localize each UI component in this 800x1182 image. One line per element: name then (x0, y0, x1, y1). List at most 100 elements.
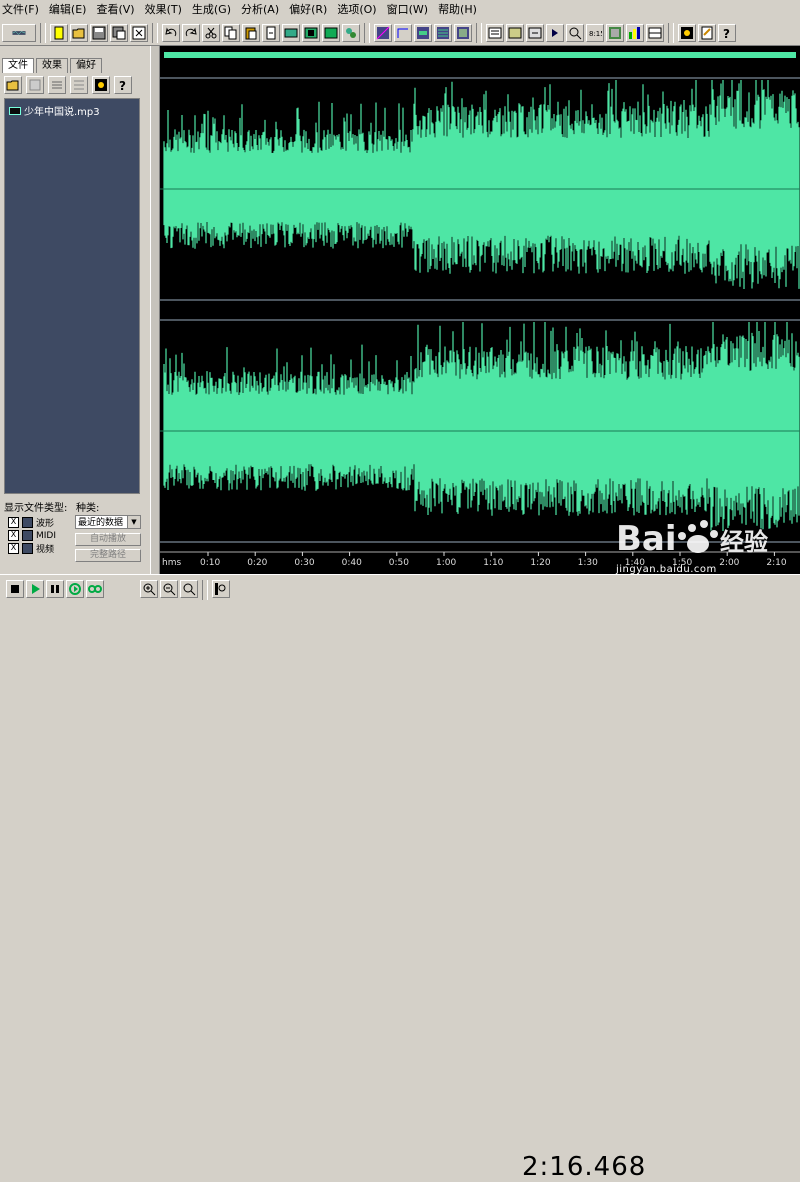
waveform-canvas[interactable]: hms 0:10 0:20 0:30 0:40 0:50 1:00 1:10 1:20 1:30 1… (160, 60, 800, 574)
menu-item-6[interactable]: 偏好(R) (287, 0, 335, 20)
close-selected-icon[interactable] (26, 76, 44, 94)
amplify-icon[interactable] (414, 23, 432, 42)
time-tick-label: 0:20 (247, 558, 267, 568)
tab-0[interactable]: 文件 (2, 58, 34, 73)
type-row-waveform[interactable]: X 波形 (8, 516, 56, 529)
play-to-end-icon[interactable] (66, 580, 84, 598)
midi-type-label: MIDI (36, 530, 57, 541)
time-tick-label: 0:30 (294, 558, 314, 568)
save-icon[interactable] (90, 23, 108, 42)
script-icon[interactable] (698, 23, 716, 42)
full-path-button[interactable]: 完整路径 (75, 549, 141, 562)
auto-play-button[interactable]: 自动播放 (75, 533, 141, 546)
batch-icon[interactable] (678, 23, 696, 42)
analysis-icon[interactable] (626, 23, 644, 42)
grid-icon[interactable] (646, 23, 664, 42)
menu-item-1[interactable]: 编辑(E) (47, 0, 95, 20)
insert-multitrack-icon[interactable] (70, 76, 88, 94)
zoom-selection-icon[interactable] (212, 580, 230, 598)
type-row-video[interactable]: X 视频 (8, 542, 56, 555)
menu-item-7[interactable]: 选项(O) (335, 0, 384, 20)
mix-paste-icon[interactable] (282, 23, 300, 42)
close-file-icon[interactable] (130, 23, 148, 42)
time-icon[interactable] (526, 23, 544, 42)
waveform-view-icon[interactable] (486, 23, 504, 42)
svg-text:?: ? (723, 27, 730, 40)
cut-icon[interactable] (202, 23, 220, 42)
panel-splitter[interactable] (150, 46, 160, 574)
type-row-midi[interactable]: X MIDI (8, 529, 56, 542)
chevron-down-icon[interactable]: ▼ (127, 516, 140, 528)
menu-item-0[interactable]: 文件(F) (0, 0, 47, 20)
fade-icon[interactable] (394, 23, 412, 42)
waveform-checkbox[interactable]: X (8, 517, 19, 528)
file-item[interactable]: 少年中国说.mp3 (9, 103, 100, 118)
frequency-icon[interactable] (606, 23, 624, 42)
zoom-in-icon[interactable] (140, 580, 158, 598)
watermark-url: jingyan.baidu.com (616, 564, 717, 575)
delete-silence-icon[interactable] (322, 23, 340, 42)
menu-item-8[interactable]: 窗口(W) (385, 0, 436, 20)
show-file-types-label: 显示文件类型: (4, 503, 68, 514)
spectral-view-icon[interactable] (506, 23, 524, 42)
waveform-type-icon (22, 517, 33, 528)
video-type-icon (22, 543, 33, 554)
time-tick-label: 0:40 (342, 558, 362, 568)
video-checkbox[interactable]: X (8, 543, 19, 554)
kind-select[interactable]: 最近的数据 ▼ (75, 515, 141, 529)
paste-icon[interactable] (242, 23, 260, 42)
panel-tabs: 文件 效果 偏好 (2, 58, 104, 73)
mix-icon[interactable] (342, 23, 360, 42)
organizer-panel: 文件 效果 偏好 ? 少年中国说.mp3 显示文件类型: 种类: X 波形 X MIDI… (0, 46, 150, 574)
copy-icon[interactable] (222, 23, 240, 42)
svg-text:8:15: 8:15 (589, 30, 602, 38)
menu-item-2[interactable]: 查看(V) (94, 0, 142, 20)
midi-checkbox[interactable]: X (8, 530, 19, 541)
time-display: 2:16.468 (522, 1152, 647, 1182)
scroll-thumb[interactable] (164, 52, 796, 58)
open-folder-icon[interactable] (4, 76, 22, 94)
zoom-full-icon[interactable] (180, 580, 198, 598)
channel-mix-icon[interactable] (454, 23, 472, 42)
time-tick-label: 1:20 (530, 558, 550, 568)
paste-new-icon[interactable] (262, 23, 280, 42)
zoom-controls (140, 580, 230, 600)
panel-help-icon[interactable]: ? (114, 76, 132, 94)
new-file-icon[interactable] (50, 23, 68, 42)
menu-item-4[interactable]: 生成(G) (190, 0, 239, 20)
menu-item-3[interactable]: 效果(T) (143, 0, 190, 20)
normalize-icon[interactable] (434, 23, 452, 42)
zoom-icon[interactable] (566, 23, 584, 42)
time-tick-label: hms (162, 558, 181, 568)
stop-icon[interactable] (6, 580, 24, 598)
trim-icon[interactable] (302, 23, 320, 42)
loop-icon[interactable] (86, 580, 104, 598)
file-type-list: X 波形 X MIDI X 视频 (8, 516, 56, 555)
envelope-icon[interactable] (374, 23, 392, 42)
clock-icon[interactable]: 8:15 (586, 23, 604, 42)
kind-select-value: 最近的数据 (78, 518, 124, 528)
waveform-type-label: 波形 (36, 519, 55, 529)
save-as-icon[interactable] (110, 23, 128, 42)
play-cursor-icon[interactable] (546, 23, 564, 42)
waveform-display[interactable]: hms 0:10 0:20 0:30 0:40 0:50 1:00 1:10 1:20 1:30 1… (160, 46, 800, 574)
tab-2[interactable]: 偏好 (70, 58, 102, 73)
redo-icon[interactable] (182, 23, 200, 42)
time-tick-label: 0:50 (389, 558, 409, 568)
zoom-out-icon[interactable] (160, 580, 178, 598)
time-tick-label: 1:00 (436, 558, 456, 568)
menu-item-9[interactable]: 帮助(H) (436, 0, 485, 20)
tab-1[interactable]: 效果 (36, 58, 68, 73)
pause-icon[interactable] (46, 580, 64, 598)
play-icon[interactable] (26, 580, 44, 598)
menu-item-5[interactable]: 分析(A) (239, 0, 287, 20)
help-icon[interactable]: ? (718, 23, 736, 42)
menu-bar: 文件(F) 编辑(E) 查看(V) 效果(T) 生成(G) 分析(A) 偏好(R) 选项(O)… (0, 0, 800, 20)
undo-icon[interactable] (162, 23, 180, 42)
multitrack-toggle-icon[interactable] (2, 23, 36, 42)
edit-file-icon[interactable] (48, 76, 66, 94)
file-list: 少年中国说.mp3 (4, 98, 140, 494)
open-file-icon[interactable] (70, 23, 88, 42)
autoplay-icon[interactable] (92, 76, 110, 94)
horizontal-scrollbar[interactable] (160, 46, 800, 60)
